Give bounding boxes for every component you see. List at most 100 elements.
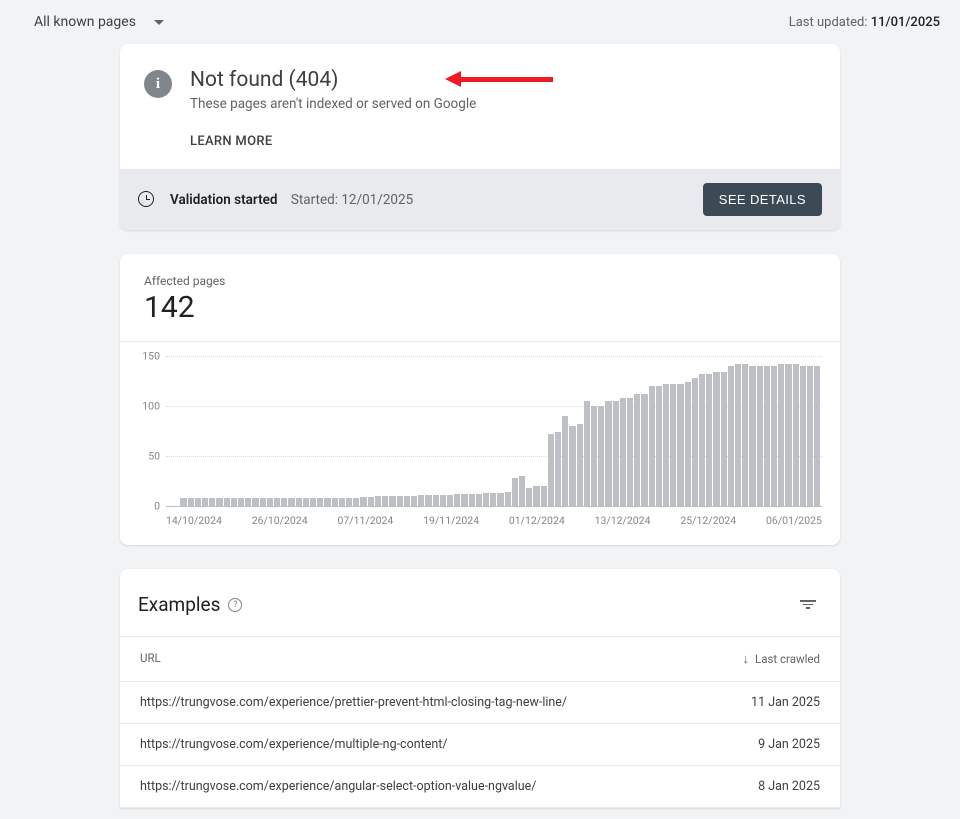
validation-date: 12/01/2025 [341, 192, 413, 208]
bar [505, 492, 511, 506]
row-url: https://trungvose.com/experience/multipl… [140, 737, 448, 752]
table-row[interactable]: https://trungvose.com/experience/angular… [120, 766, 840, 808]
bar [656, 386, 662, 506]
bar [238, 498, 244, 506]
x-tick: 13/12/2024 [595, 514, 651, 527]
bar [180, 498, 186, 506]
clock-icon [138, 191, 156, 209]
bar [224, 498, 230, 506]
bar [721, 372, 727, 506]
bar [793, 364, 799, 506]
bar [800, 366, 806, 506]
bar [649, 386, 655, 506]
bar [562, 416, 568, 506]
bar [771, 366, 777, 506]
bar [425, 495, 431, 506]
status-title: Not found (404) [190, 68, 476, 92]
bar [418, 495, 424, 506]
bar [317, 498, 323, 506]
bar [692, 378, 698, 506]
bar [814, 366, 820, 506]
bar [757, 366, 763, 506]
row-date: 11 Jan 2025 [751, 695, 820, 710]
bar [613, 401, 619, 506]
bar [785, 364, 791, 506]
bar [267, 498, 273, 506]
chart-card: Affected pages 142 050100150 14/10/2024 2… [120, 254, 840, 545]
bar [807, 366, 813, 506]
chart: 050100150 [166, 356, 822, 506]
filter-icon[interactable] [800, 598, 816, 611]
examples-title: Examples [138, 593, 220, 616]
table-row[interactable]: https://trungvose.com/experience/prettie… [120, 682, 840, 724]
bar [778, 364, 784, 506]
chevron-down-icon [154, 20, 164, 25]
bar [252, 498, 258, 506]
bar [476, 494, 482, 506]
table-row[interactable]: https://trungvose.com/experience/multipl… [120, 724, 840, 766]
bar [497, 493, 503, 506]
bar [749, 366, 755, 506]
y-tick: 100 [142, 400, 160, 413]
status-card: i Not found (404) These pages aren't ind… [120, 44, 840, 230]
col-last-crawled[interactable]: ↓ Last crawled [743, 651, 820, 667]
bar [584, 401, 590, 506]
bar [303, 498, 309, 506]
bar [397, 496, 403, 506]
x-tick: 14/10/2024 [166, 514, 222, 527]
bar [735, 364, 741, 506]
sort-arrow-icon: ↓ [743, 651, 750, 667]
row-url: https://trungvose.com/experience/prettie… [140, 695, 567, 710]
learn-more-link[interactable]: LEARN MORE [190, 134, 476, 149]
bar [591, 406, 597, 506]
bar [577, 424, 583, 506]
x-tick: 19/11/2024 [423, 514, 479, 527]
filter-dropdown[interactable]: All known pages [34, 14, 164, 30]
bar [598, 406, 604, 506]
bar [728, 366, 734, 506]
bar [469, 494, 475, 506]
bar [519, 476, 525, 506]
x-tick: 25/12/2024 [680, 514, 736, 527]
bar [569, 426, 575, 506]
x-tick: 06/01/2025 [766, 514, 822, 527]
bar [288, 498, 294, 506]
bar [368, 497, 374, 506]
bar [202, 498, 208, 506]
bar [296, 498, 302, 506]
bar [742, 364, 748, 506]
bar [324, 498, 330, 506]
table-header: URL ↓ Last crawled [120, 636, 840, 682]
col-url: URL [140, 651, 161, 667]
bar [195, 498, 201, 506]
bar [454, 494, 460, 506]
bar [375, 496, 381, 506]
bar [411, 496, 417, 506]
bar [346, 498, 352, 506]
bar [216, 498, 222, 506]
bar [310, 498, 316, 506]
bar [209, 498, 215, 506]
affected-label: Affected pages [144, 274, 816, 288]
bar [389, 496, 395, 506]
bar [706, 374, 712, 506]
bar [260, 498, 266, 506]
bar [713, 372, 719, 506]
bar [699, 374, 705, 506]
row-url: https://trungvose.com/experience/angular… [140, 779, 536, 794]
bar [548, 434, 554, 506]
bar [353, 498, 359, 506]
bar [440, 495, 446, 506]
bar [634, 394, 640, 506]
examples-card: Examples ? URL ↓ Last crawled https://tr… [120, 569, 840, 808]
x-tick: 07/11/2024 [337, 514, 393, 527]
status-subtitle: These pages aren't indexed or served on … [190, 96, 476, 112]
bar [245, 498, 251, 506]
see-details-button[interactable]: SEE DETAILS [703, 183, 822, 216]
validation-status: Validation started [170, 192, 277, 208]
last-updated: Last updated: 11/01/2025 [789, 15, 940, 30]
help-icon[interactable]: ? [228, 598, 242, 612]
affected-count: 142 [144, 290, 816, 325]
bar [382, 496, 388, 506]
bar [512, 478, 518, 506]
